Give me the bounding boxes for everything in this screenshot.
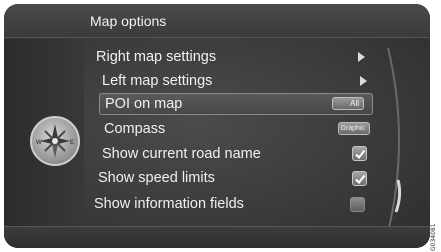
image-code: G034081 bbox=[430, 223, 437, 251]
page-title: Map options bbox=[90, 13, 167, 29]
menu-item-show-information-fields[interactable]: Show information fields bbox=[94, 193, 374, 215]
chevron-right-icon bbox=[360, 76, 367, 86]
bottom-bar bbox=[4, 226, 430, 248]
header-bar: Map options bbox=[4, 4, 430, 38]
compass-east-label: E bbox=[70, 140, 74, 146]
menu-item-poi-on-map[interactable]: POI on map All bbox=[99, 93, 373, 115]
information-fields-checkbox[interactable] bbox=[350, 197, 365, 212]
menu-item-label: Compass bbox=[104, 121, 166, 137]
speed-limits-checkbox[interactable] bbox=[352, 171, 367, 186]
menu-item-show-speed-limits[interactable]: Show speed limits bbox=[98, 167, 374, 189]
menu-item-show-current-road-name[interactable]: Show current road name bbox=[102, 143, 374, 165]
menu-item-left-map-settings[interactable]: Left map settings bbox=[102, 70, 386, 92]
menu-item-label: POI on map bbox=[105, 96, 183, 112]
menu-item-label: Right map settings bbox=[96, 49, 217, 65]
menu-item-right-map-settings[interactable]: Right map settings bbox=[96, 46, 386, 68]
menu-item-compass[interactable]: Compass Graphic bbox=[104, 118, 374, 140]
menu-item-label: Show speed limits bbox=[98, 170, 215, 186]
display-screen: Map options W E Right map settings Left … bbox=[4, 4, 430, 248]
compass-west-label: W bbox=[36, 140, 42, 146]
chevron-right-icon bbox=[358, 52, 365, 62]
road-name-checkbox[interactable] bbox=[352, 146, 367, 161]
menu-item-label: Left map settings bbox=[102, 73, 213, 89]
menu-item-label: Show information fields bbox=[94, 196, 244, 212]
scrollbar[interactable] bbox=[384, 40, 424, 240]
compass-value-pill[interactable]: Graphic bbox=[338, 122, 370, 135]
compass-icon: W E bbox=[30, 116, 80, 166]
poi-value-pill[interactable]: All bbox=[332, 97, 364, 110]
figure-frame: Map options W E Right map settings Left … bbox=[0, 0, 441, 252]
menu-item-label: Show current road name bbox=[102, 146, 261, 162]
